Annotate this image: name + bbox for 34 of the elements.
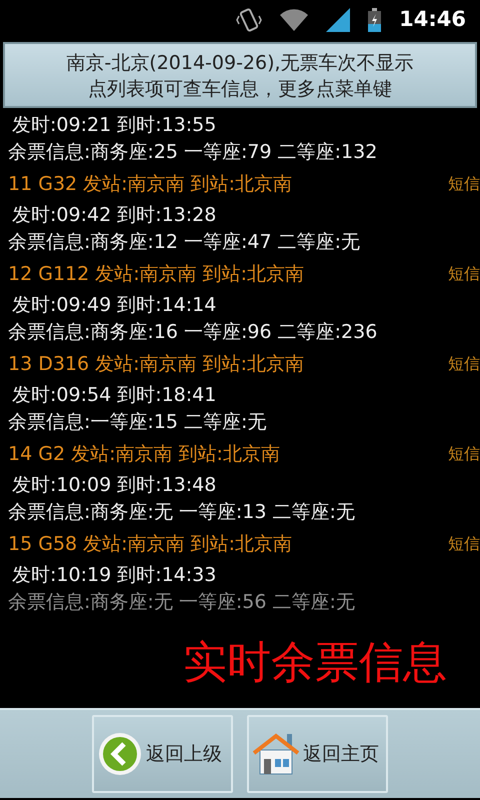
sms-link[interactable]: 短信 [448,166,480,202]
nav-button[interactable]: 返回主页 [247,715,388,793]
remaining-tickets: 余票信息:商务座:无 一等座:13 二等座:无 [8,500,356,525]
departure-arrival-times: 发时:10:09 到时:13:48 [11,473,218,498]
remaining-tickets: 余票信息:商务座:25 一等座:79 二等座:132 [8,140,378,165]
departure-arrival-times: 发时:10:19 到时:14:33 [11,563,218,588]
departure-arrival-times: 发时:09:21 到时:13:55 [11,113,218,138]
departure-arrival-times: 发时:09:54 到时:18:41 [11,383,218,408]
train-header[interactable]: 15 G58 发站:南京南 到站:北京南 [8,526,292,562]
banner-text: 南京-北京(2014-09-26),无票车次不显示 [65,51,415,76]
vibrate-icon [236,7,262,33]
train-header[interactable]: 13 D316 发站:南京南 到站:北京南 [8,346,304,382]
overlay-caption: 实时余票信息 [183,637,447,688]
remaining-tickets: 余票信息:商务座:无 一等座:56 二等座:无 [8,590,356,615]
signal-icon [326,8,350,32]
nav-button[interactable]: 返回上级 [92,715,233,793]
departure-arrival-times: 发时:09:49 到时:14:14 [11,293,218,318]
train-header[interactable]: 12 G112 发站:南京南 到站:北京南 [8,256,304,292]
train-header[interactable]: 14 G2 发站:南京南 到站:北京南 [8,436,280,472]
status-time: 14:46 [399,6,466,34]
remaining-tickets: 余票信息:商务座:16 一等座:96 二等座:236 [8,320,378,345]
sms-link[interactable]: 短信 [448,346,480,382]
wifi-icon [280,9,308,31]
back-icon [98,732,142,776]
sms-link[interactable]: 短信 [448,256,480,292]
departure-arrival-times: 发时:09:42 到时:13:28 [11,203,218,228]
remaining-tickets: 余票信息:商务座:12 一等座:47 二等座:无 [8,230,362,255]
sms-link[interactable]: 短信 [448,436,480,472]
home-icon [253,732,299,776]
train-header[interactable]: 11 G32 发站:南京南 到站:北京南 [8,166,292,202]
sms-link[interactable]: 短信 [448,526,480,562]
battery-icon [368,8,382,32]
remaining-tickets: 余票信息:一等座:15 二等座:无 [8,410,268,435]
banner-text: 点列表项可查车信息，更多点菜单键 [87,77,393,102]
